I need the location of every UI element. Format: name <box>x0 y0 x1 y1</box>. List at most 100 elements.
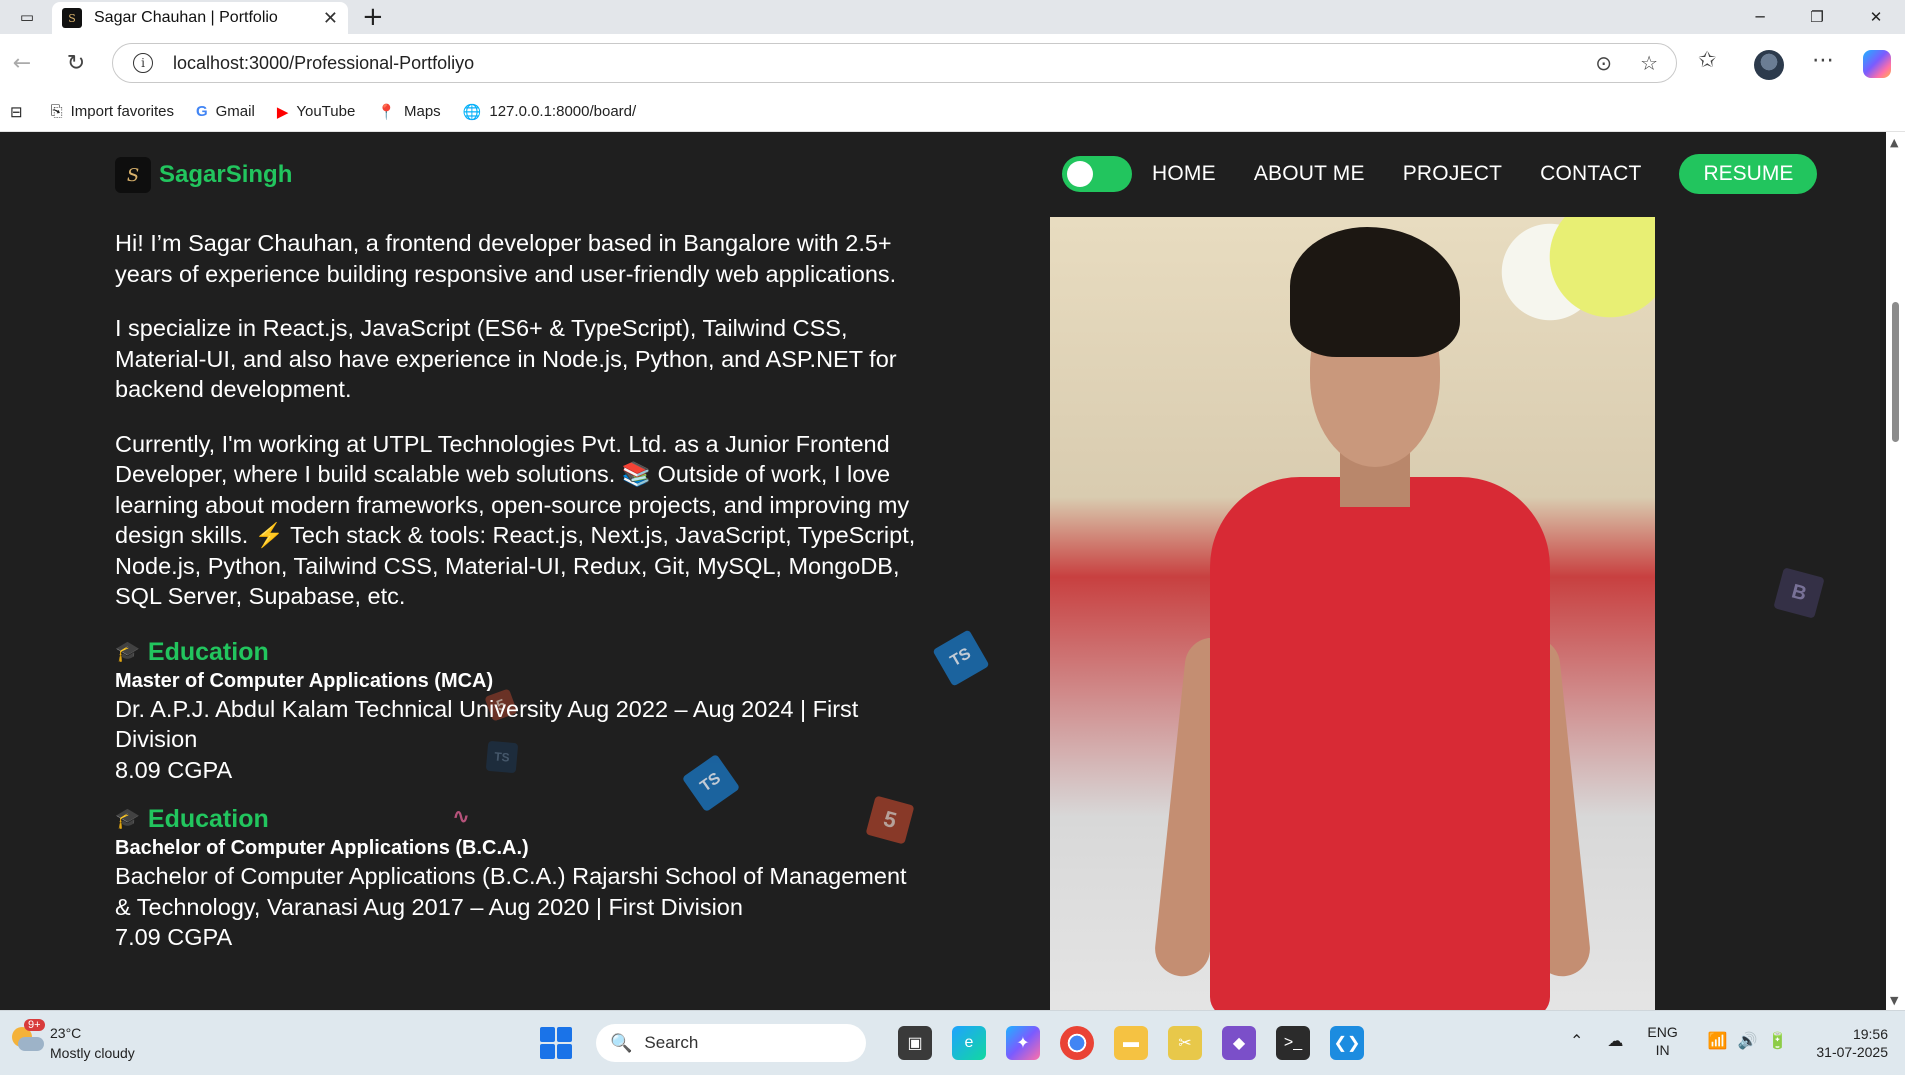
google-icon: G <box>195 103 208 120</box>
profile-photo <box>1050 217 1655 1010</box>
about-paragraph: I specialize in React.js, JavaScript (ES… <box>115 315 897 402</box>
visual-studio-icon[interactable]: ◆ <box>1222 1026 1256 1060</box>
scroll-thumb[interactable] <box>1892 302 1899 442</box>
onedrive-icon[interactable]: ☁ <box>1607 1031 1623 1051</box>
fav-import[interactable]: ⎘ Import favorites <box>51 103 174 120</box>
back-icon[interactable]: ← <box>6 47 38 79</box>
site-info-icon[interactable]: i <box>133 53 153 73</box>
education-heading: 🎓 Education <box>115 803 925 835</box>
fav-label: YouTube <box>296 103 356 120</box>
bootstrap-icon: B <box>1773 567 1825 619</box>
vscode-icon[interactable]: ❮❯ <box>1330 1026 1364 1060</box>
edge-icon[interactable]: e <box>952 1026 986 1060</box>
more-menu-icon[interactable]: ⋯ <box>1812 48 1834 73</box>
weather-widget[interactable]: 9+ 23°C Mostly cloudy <box>10 1019 135 1063</box>
education-item: 🎓 Education Bachelor of Computer Applica… <box>115 803 925 953</box>
globe-icon: 🌐 <box>462 103 482 121</box>
copilot-app-icon[interactable]: ✦ <box>1006 1026 1040 1060</box>
fav-label: 127.0.0.1:8000/board/ <box>489 103 637 120</box>
about-section: Hi! I’m Sagar Chauhan, a frontend develo… <box>115 228 925 971</box>
nav-about-me[interactable]: ABOUT ME <box>1254 162 1365 186</box>
theme-toggle[interactable] <box>1062 156 1132 192</box>
terminal-icon[interactable]: >_ <box>1276 1026 1310 1060</box>
typescript-icon: TS <box>932 629 990 687</box>
nav-project[interactable]: PROJECT <box>1403 162 1502 186</box>
wifi-icon[interactable]: 📶 <box>1708 1031 1728 1051</box>
refresh-icon[interactable]: ↻ <box>60 47 92 79</box>
education-heading-text: Education <box>147 805 269 833</box>
logo-text: SagarSingh <box>159 161 293 188</box>
toggle-knob <box>1067 161 1093 187</box>
fav-local-board[interactable]: 🌐 127.0.0.1:8000/board/ <box>463 103 636 121</box>
lang-code: ENG <box>1647 1024 1678 1040</box>
fav-gmail[interactable]: G Gmail <box>196 103 255 120</box>
graduation-cap-icon: 🎓 <box>115 808 140 830</box>
site-logo[interactable]: S SagarSingh <box>115 157 292 193</box>
close-tab-icon[interactable]: ✕ <box>323 8 338 29</box>
about-paragraph: Hi! I’m Sagar Chauhan, a frontend develo… <box>115 230 897 287</box>
scroll-up-icon[interactable]: ▲ <box>1890 136 1898 149</box>
education-grade: 7.09 CGPA <box>115 924 233 950</box>
windows-start-icon[interactable] <box>540 1027 572 1059</box>
import-icon: ⎘ <box>50 103 63 120</box>
favorites-icon[interactable]: ✩ <box>1698 48 1716 73</box>
taskbar-apps: 🔍 Search ▣ e ✦ ▬ ✂ ◆ >_ ❮❯ <box>540 1021 1374 1065</box>
education-degree: Master of Computer Applications (MCA) <box>115 669 494 692</box>
battery-icon[interactable]: 🔋 <box>1768 1031 1788 1051</box>
top-nav: HOME ABOUT ME PROJECT CONTACT RESUME <box>1062 154 1818 194</box>
notification-badge: 9+ <box>24 1019 45 1031</box>
graduation-cap-icon: 🎓 <box>115 640 140 663</box>
maps-pin-icon: 📍 <box>377 103 396 121</box>
new-tab-icon[interactable]: + <box>362 2 384 32</box>
weather-cloudy-icon: 9+ <box>10 1019 45 1057</box>
favorites-bar: ⊟ ⎘ Import favorites G Gmail ▶ YouTube 📍 Map… <box>0 92 1905 132</box>
browser-tab-active[interactable]: S Sagar Chauhan | Portfolio ✕ <box>52 2 348 34</box>
browser-tab-bar: ▭ S Sagar Chauhan | Portfolio ✕ + ─ ❐ ✕ <box>0 0 1905 34</box>
chrome-icon[interactable] <box>1060 1026 1094 1060</box>
system-clock[interactable]: 19:56 31-07-2025 <box>1800 1025 1888 1061</box>
search-icon: 🔍 <box>610 1032 633 1053</box>
close-window-icon[interactable]: ✕ <box>1849 0 1903 34</box>
site-favicon-icon: S <box>62 8 82 28</box>
snipping-tool-icon[interactable]: ✂ <box>1168 1026 1202 1060</box>
resume-button[interactable]: RESUME <box>1679 154 1818 194</box>
scroll-down-icon[interactable]: ▼ <box>1890 994 1898 1007</box>
address-bar-row: ← ↻ i localhost:3000/Professional-Portfo… <box>0 34 1905 92</box>
clock-date: 31-07-2025 <box>1816 1044 1888 1060</box>
tab-actions-icon[interactable]: ▭ <box>0 0 54 34</box>
fav-youtube[interactable]: ▶ YouTube <box>277 103 356 121</box>
about-paragraph: Currently, I'm working at UTPL Technolog… <box>115 430 916 610</box>
page-viewport: TS TS TS 5 5 B ∿ S SagarSingh HOME ABOUT… <box>0 132 1886 1010</box>
favorite-star-icon[interactable]: ☆ <box>1640 51 1658 75</box>
profile-avatar[interactable] <box>1754 50 1784 80</box>
education-degree: Bachelor of Computer Applications (B.C.A… <box>115 837 529 859</box>
show-hidden-icons-icon[interactable]: ⌃ <box>1570 1031 1583 1051</box>
file-explorer-icon[interactable]: ▬ <box>1114 1026 1148 1060</box>
fav-label: Gmail <box>215 103 255 120</box>
photo-hair <box>1290 227 1460 357</box>
education-detail: Dr. A.P.J. Abdul Kalam Technical Univers… <box>115 695 859 753</box>
address-bar[interactable]: i localhost:3000/Professional-Portfoliyo… <box>112 43 1677 83</box>
minimize-icon[interactable]: ─ <box>1733 0 1787 34</box>
logo-mark-icon: S <box>115 157 151 193</box>
copilot-icon[interactable] <box>1863 50 1891 78</box>
nav-home[interactable]: HOME <box>1152 162 1216 186</box>
education-heading-text: Education <box>147 637 269 666</box>
taskbar-search[interactable]: 🔍 Search <box>596 1024 866 1062</box>
page-scrollbar[interactable]: ▲ ▼ <box>1886 132 1905 1010</box>
search-placeholder: Search <box>644 1033 699 1052</box>
fav-label: Maps <box>404 103 441 120</box>
restore-icon[interactable]: ❐ <box>1790 0 1844 34</box>
url-text[interactable]: localhost:3000/Professional-Portfoliyo <box>173 53 1595 74</box>
education-item: 🎓 Education Master of Computer Applicati… <box>115 636 925 786</box>
photo-shirt <box>1210 477 1550 1010</box>
weather-temp: 23°C <box>50 1025 82 1041</box>
nav-contact[interactable]: CONTACT <box>1540 162 1641 186</box>
task-view-icon[interactable]: ▣ <box>898 1026 932 1060</box>
sidebar-toggle-icon[interactable]: ⊟ <box>10 103 31 121</box>
fav-maps[interactable]: 📍 Maps <box>377 103 440 121</box>
fav-label: Import favorites <box>70 103 174 120</box>
language-indicator[interactable]: ENG IN <box>1647 1023 1677 1059</box>
read-aloud-icon[interactable]: ⊙ <box>1595 51 1612 75</box>
volume-icon[interactable]: 🔊 <box>1738 1031 1758 1051</box>
